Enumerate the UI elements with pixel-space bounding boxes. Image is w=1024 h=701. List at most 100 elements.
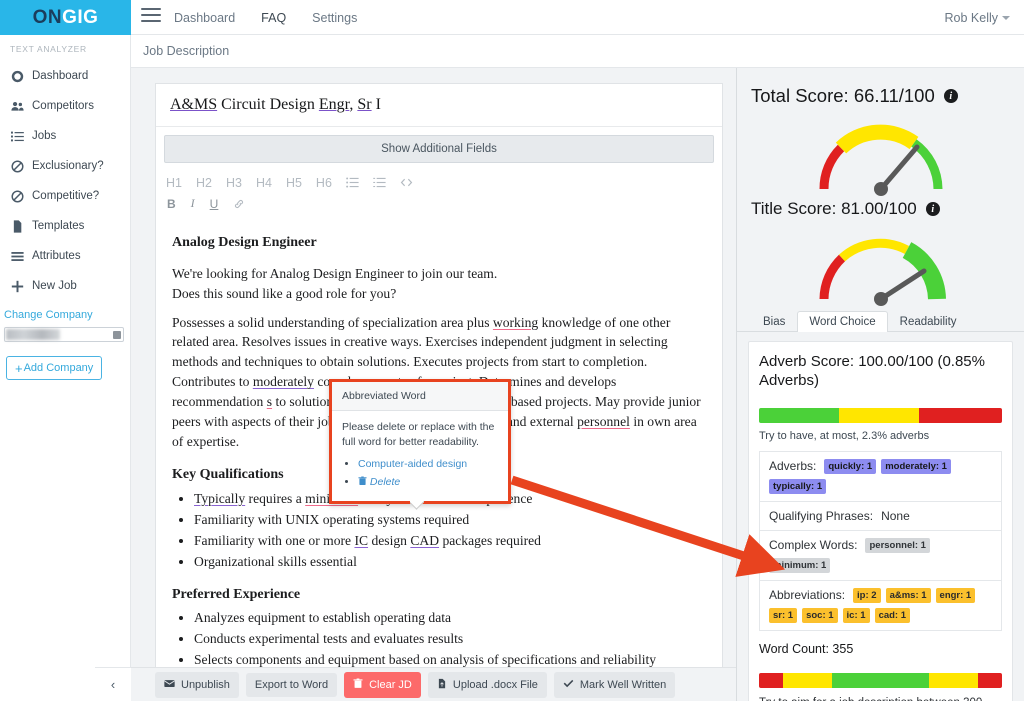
list-item: Familiarity with UNIX operating systems … (194, 510, 706, 530)
title-score-label: Title Score: 81.00/100 (751, 199, 917, 218)
job-title-part: Sr (357, 96, 372, 113)
meter-segment-yellow (839, 407, 920, 423)
clear-jd-button[interactable]: Clear JD (344, 671, 421, 698)
info-icon[interactable]: i (943, 89, 958, 103)
nav-item-faq[interactable]: FAQ (261, 11, 286, 25)
abbreviation-tag[interactable]: cad: 1 (874, 607, 911, 623)
job-title-field[interactable]: A&MS Circuit Design Engr, Sr I (156, 84, 722, 127)
list-item: Delete (358, 475, 498, 490)
word-choice-table: Adverbs: quickly: 1 moderately: 1 typica… (759, 450, 1002, 631)
abbreviated-word-popup: Abbreviated Word Please delete or replac… (329, 379, 511, 504)
score-panel: Total Score: 66.11/100 i Title Score: 81… (736, 68, 1024, 701)
tab-word-choice[interactable]: Word Choice (797, 311, 888, 332)
popup-header: Abbreviated Word (332, 382, 508, 411)
italic-button[interactable]: I (191, 196, 195, 211)
code-icon[interactable] (400, 176, 413, 189)
meter-segment-red (919, 407, 1002, 423)
sidebar-item-label: Competitive? (32, 190, 100, 202)
sidebar-item-exclusionary[interactable]: Exclusionary? (0, 151, 130, 181)
user-menu[interactable]: Rob Kelly (945, 0, 1010, 35)
sidebar-item-competitive[interactable]: Competitive? (0, 181, 130, 211)
abbreviation-tag[interactable]: ip: 2 (853, 587, 881, 603)
sidebar-item-attributes[interactable]: Attributes (0, 241, 130, 271)
total-score-heading: Total Score: 66.11/100 i (737, 68, 1024, 107)
delete-link[interactable]: Delete (370, 476, 400, 488)
hamburger-menu-icon[interactable] (141, 8, 161, 26)
sidebar-item-new-job[interactable]: New Job (0, 271, 130, 301)
editor-toolbar-row-format: B I U (166, 193, 722, 214)
sidebar-item-label: Jobs (32, 130, 57, 142)
abbreviation-tag[interactable]: a&ms: 1 (885, 587, 931, 603)
sidebar-collapse-button[interactable]: ‹ (95, 667, 131, 701)
abbreviation-tag[interactable]: sr: 1 (769, 607, 798, 623)
ongig-logo[interactable]: ONGIG (0, 0, 131, 35)
word-count-hint: Try to aim for a job description between… (759, 696, 1002, 701)
mark-well-written-button[interactable]: Mark Well Written (553, 671, 676, 698)
popup-actions: Computer-aided design Delete (358, 457, 498, 489)
button-label: Unpublish (181, 678, 230, 691)
table-row: Adverbs: quickly: 1 moderately: 1 typica… (760, 452, 1001, 502)
app-root: ONGIG Dashboard FAQ Settings Rob Kelly J… (0, 0, 1024, 701)
check-icon (563, 678, 574, 692)
heading-4-button[interactable]: H4 (256, 176, 272, 190)
add-company-button[interactable]: + Add Company (6, 356, 103, 380)
sidebar-item-label: Dashboard (32, 70, 89, 82)
numbered-list-icon[interactable] (373, 176, 386, 189)
adverb-tag[interactable]: quickly: 1 (824, 458, 877, 474)
sidebar-item-dashboard[interactable]: Dashboard (0, 61, 130, 91)
sidebar-item-jobs[interactable]: Jobs (0, 121, 130, 151)
chevron-down-icon (1002, 15, 1010, 20)
heading-5-button[interactable]: H5 (286, 176, 302, 190)
change-company-link[interactable]: Change Company (0, 301, 130, 325)
info-icon[interactable]: i (925, 202, 940, 216)
button-label: Export to Word (254, 678, 329, 691)
abbreviation-tag[interactable]: ic: 1 (842, 607, 870, 623)
suggestion-link[interactable]: Computer-aided design (358, 458, 467, 470)
heading-6-button[interactable]: H6 (316, 176, 332, 190)
button-label: Upload .docx File (452, 678, 538, 691)
company-select[interactable] (4, 327, 124, 342)
complex-word-tag[interactable]: minimum: 1 (769, 557, 831, 573)
abbreviation-tag[interactable]: soc: 1 (802, 607, 838, 623)
row-label: Adverbs: (769, 459, 817, 473)
export-to-word-button[interactable]: Export to Word (245, 672, 338, 697)
unpublish-button[interactable]: Unpublish (155, 671, 239, 698)
dashboard-icon (11, 70, 24, 83)
meter-segment-yellow (929, 672, 978, 688)
underline-button[interactable]: U (210, 197, 219, 211)
popup-message: Please delete or replace with the full w… (342, 421, 495, 449)
job-title-part: Circuit Design (217, 96, 319, 113)
tab-bias[interactable]: Bias (751, 311, 797, 332)
job-title-part: I (371, 96, 381, 113)
breadcrumb: Job Description (143, 44, 230, 58)
sidebar-item-label: Exclusionary? (32, 160, 104, 172)
list-item: Familiarity with one or more IC design C… (194, 531, 706, 551)
file-icon (11, 219, 24, 233)
sidebar-item-templates[interactable]: Templates (0, 211, 130, 241)
adverb-tag[interactable]: moderately: 1 (881, 458, 951, 474)
bars-icon (11, 250, 24, 263)
nav-item-settings[interactable]: Settings (312, 11, 357, 25)
bullet-list-icon[interactable] (346, 176, 359, 189)
show-additional-fields-button[interactable]: Show Additional Fields (164, 135, 714, 163)
complex-word-tag[interactable]: personnel: 1 (865, 537, 930, 553)
heading-1-button[interactable]: H1 (166, 176, 182, 190)
sidebar-item-competitors[interactable]: Competitors (0, 91, 130, 121)
adverb-tag[interactable]: typically: 1 (769, 478, 827, 494)
heading-2-button[interactable]: H2 (196, 176, 212, 190)
adverb-meter (759, 407, 1002, 423)
tab-readability[interactable]: Readability (888, 311, 969, 332)
list-item: Organizational skills essential (194, 552, 706, 572)
table-row: Abbreviations: ip: 2 a&ms: 1 engr: 1 sr:… (760, 581, 1001, 630)
heading-3-button[interactable]: H3 (226, 176, 242, 190)
bold-button[interactable]: B (167, 197, 176, 211)
list-icon (11, 130, 24, 143)
nav-item-dashboard[interactable]: Dashboard (174, 11, 235, 25)
row-label: Qualifying Phrases: (769, 508, 874, 523)
logo-gig-text: GIG (62, 6, 99, 28)
abbreviation-tag[interactable]: engr: 1 (935, 587, 976, 603)
link-icon[interactable] (233, 198, 245, 210)
upload-docx-button[interactable]: Upload .docx File (427, 671, 547, 698)
ban-icon (11, 159, 24, 173)
ban-icon (11, 189, 24, 203)
